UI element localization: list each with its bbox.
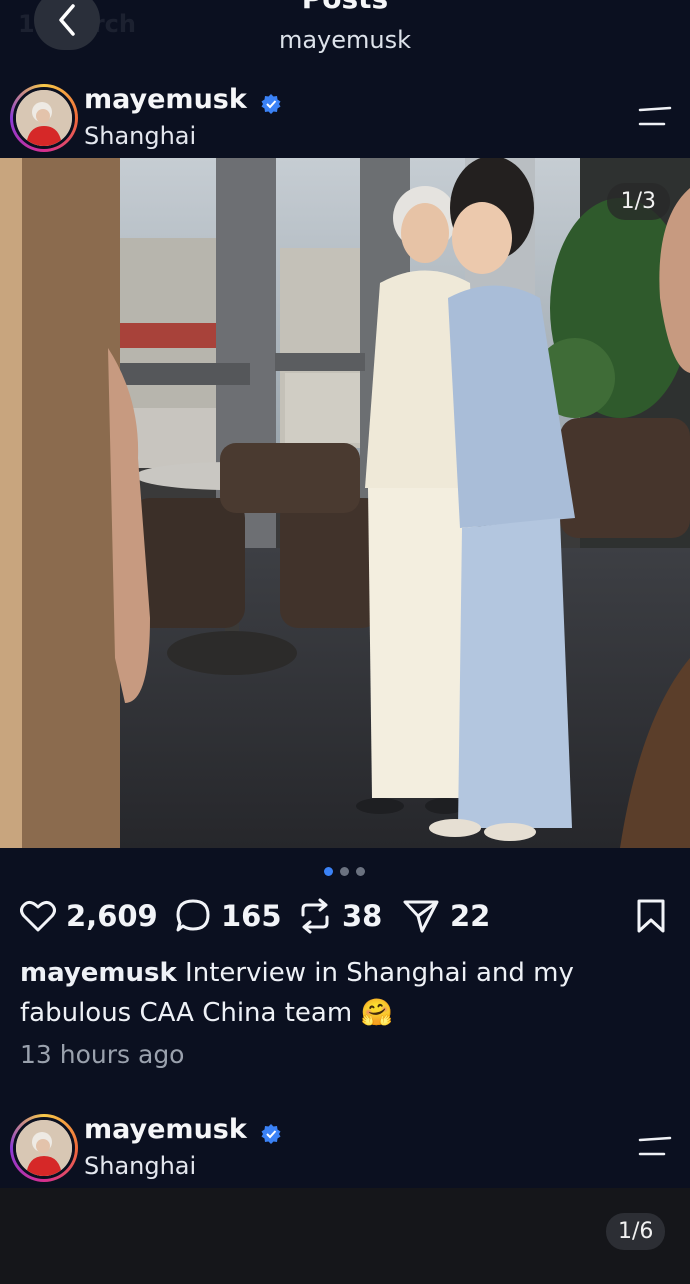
avatar[interactable] xyxy=(10,84,78,152)
comment-action[interactable]: 165 xyxy=(175,896,282,936)
image-counter: 1/6 xyxy=(606,1213,666,1250)
like-count: 2,609 xyxy=(66,899,158,933)
share-icon[interactable] xyxy=(402,898,440,934)
menu-icon[interactable] xyxy=(638,106,672,128)
repost-action[interactable]: 38 xyxy=(298,896,382,936)
caption-emoji: 🤗 xyxy=(360,998,393,1028)
image-counter: 1/3 xyxy=(606,183,670,220)
avatar[interactable] xyxy=(10,1114,78,1182)
verified-icon xyxy=(261,93,281,114)
photo-scene xyxy=(0,158,690,848)
verified-icon xyxy=(261,1123,281,1144)
avatar-image xyxy=(16,90,72,146)
post-image[interactable] xyxy=(0,158,690,848)
carousel-dot[interactable] xyxy=(340,867,349,876)
comment-icon[interactable] xyxy=(175,898,211,934)
post2-author[interactable]: mayemusk xyxy=(84,1114,282,1145)
post-caption: mayemusk Interview in Shanghai and my fa… xyxy=(20,953,670,1033)
repost-count: 38 xyxy=(342,899,383,933)
page-subtitle: mayemusk xyxy=(278,26,412,54)
caption-username[interactable]: mayemusk xyxy=(20,958,177,988)
share-count: 22 xyxy=(450,899,491,933)
username[interactable]: mayemusk xyxy=(84,1114,247,1145)
post-author[interactable]: mayemusk xyxy=(84,84,282,115)
post-location[interactable]: Shanghai xyxy=(84,122,196,150)
avatar-image xyxy=(16,1120,72,1176)
menu-icon[interactable] xyxy=(638,1136,672,1158)
share-action[interactable]: 22 xyxy=(402,896,490,936)
post2-location[interactable]: Shanghai xyxy=(84,1152,196,1180)
carousel-dot-active[interactable] xyxy=(324,867,333,876)
post2-image[interactable] xyxy=(0,1188,690,1284)
bookmark-icon[interactable] xyxy=(636,898,666,934)
username[interactable]: mayemusk xyxy=(84,84,247,115)
comment-count: 165 xyxy=(221,899,282,933)
like-action[interactable]: 2,609 xyxy=(20,896,158,936)
carousel-dot[interactable] xyxy=(356,867,365,876)
repost-icon[interactable] xyxy=(298,898,332,934)
page-title: Posts xyxy=(0,0,690,15)
heart-icon[interactable] xyxy=(20,899,56,933)
post-time: 13 hours ago xyxy=(20,1040,185,1069)
